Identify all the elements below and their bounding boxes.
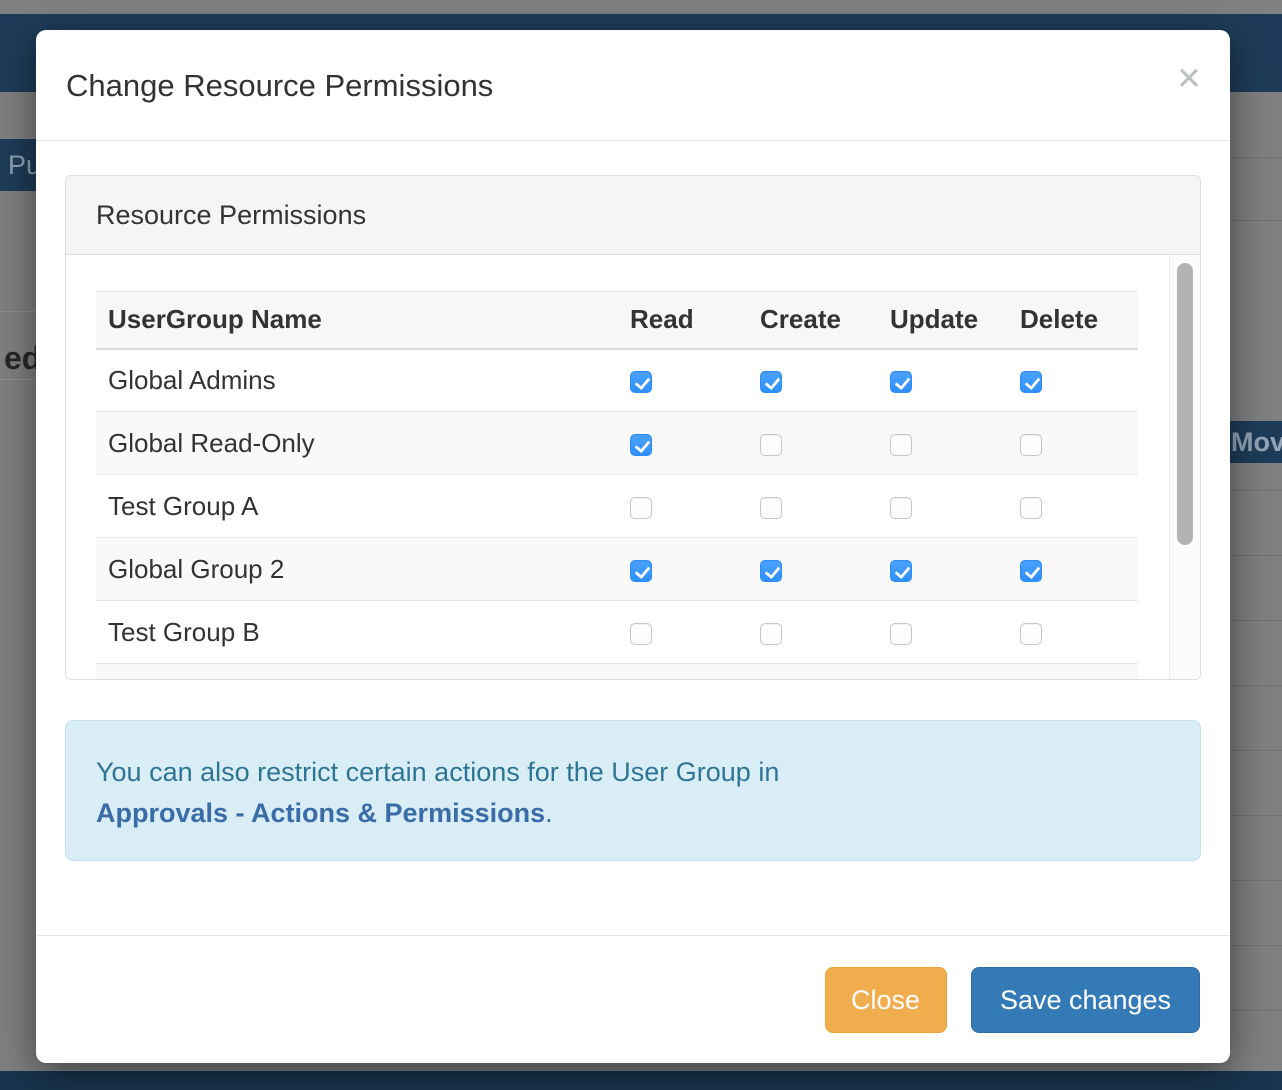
column-header-update: Update <box>878 292 1008 349</box>
table-row: Test Group A <box>96 475 1138 538</box>
modal-body: Resource Permissions UserGroup Name Read… <box>36 141 1230 861</box>
permission-checkbox-read[interactable] <box>630 434 652 456</box>
panel-heading: Resource Permissions <box>66 176 1200 255</box>
resource-permissions-panel: Resource Permissions UserGroup Name Read… <box>65 175 1201 680</box>
table-row: Test Group B <box>96 601 1138 664</box>
create-cell <box>748 538 878 601</box>
delete-cell <box>1008 412 1138 475</box>
permission-checkbox-delete[interactable] <box>1020 434 1042 456</box>
backdrop-divider <box>0 379 36 380</box>
backdrop-divider <box>0 311 36 312</box>
permission-checkbox-create[interactable] <box>760 623 782 645</box>
backdrop-move-button: Move <box>1228 421 1282 463</box>
permission-checkbox-read[interactable] <box>630 560 652 582</box>
scrollbar-track[interactable] <box>1169 255 1200 679</box>
permission-checkbox-create[interactable] <box>760 434 782 456</box>
backdrop-divider <box>1228 880 1282 881</box>
backdrop-divider <box>1228 1010 1282 1011</box>
panel-body: UserGroup Name Read Create Update Delete… <box>66 255 1200 679</box>
usergroup-name-cell: Global Admins <box>96 349 618 412</box>
read-cell <box>618 601 748 664</box>
column-header-delete: Delete <box>1008 292 1138 349</box>
permission-checkbox-delete[interactable] <box>1020 497 1042 519</box>
backdrop-divider <box>1228 490 1282 491</box>
permission-checkbox-delete[interactable] <box>1020 371 1042 393</box>
permission-checkbox-delete[interactable] <box>1020 623 1042 645</box>
create-cell <box>748 601 878 664</box>
info-alert-suffix: . <box>545 798 553 828</box>
close-button[interactable]: Close <box>825 967 947 1033</box>
modal-header: Change Resource Permissions ✕ <box>36 30 1230 141</box>
column-header-usergroup-name: UserGroup Name <box>96 292 618 349</box>
read-cell <box>618 475 748 538</box>
permissions-table-body: Global AdminsGlobal Read-OnlyTest Group … <box>96 349 1138 680</box>
usergroup-name-cell: Global Read-Only <box>96 412 618 475</box>
backdrop-divider <box>1228 945 1282 946</box>
table-row-partial <box>96 664 1138 680</box>
backdrop-divider <box>1228 555 1282 556</box>
read-cell <box>618 538 748 601</box>
table-header-row: UserGroup Name Read Create Update Delete <box>96 292 1138 349</box>
permissions-table: UserGroup Name Read Create Update Delete… <box>96 291 1138 679</box>
update-cell <box>878 412 1008 475</box>
usergroup-name-cell: Global Group 2 <box>96 538 618 601</box>
update-cell <box>878 601 1008 664</box>
create-cell <box>748 475 878 538</box>
update-cell <box>878 475 1008 538</box>
backdrop-divider <box>1228 685 1282 686</box>
permission-checkbox-update[interactable] <box>890 371 912 393</box>
permission-checkbox-read[interactable] <box>630 371 652 393</box>
permission-checkbox-read[interactable] <box>630 497 652 519</box>
permission-checkbox-create[interactable] <box>760 560 782 582</box>
permission-checkbox-update[interactable] <box>890 623 912 645</box>
table-wrap: UserGroup Name Read Create Update Delete… <box>66 255 1200 679</box>
info-alert-line2: Approvals - Actions & Permissions. <box>96 793 1170 834</box>
modal-footer: Close Save changes <box>36 935 1230 1063</box>
backdrop-divider <box>1228 750 1282 751</box>
usergroup-name-cell: Test Group A <box>96 475 618 538</box>
usergroup-name-cell: Test Group B <box>96 601 618 664</box>
info-alert-line1: You can also restrict certain actions fo… <box>96 752 1170 793</box>
read-cell <box>618 349 748 412</box>
table-row: Global Group 2 <box>96 538 1138 601</box>
delete-cell <box>1008 349 1138 412</box>
table-row: Global Read-Only <box>96 412 1138 475</box>
read-cell <box>618 412 748 475</box>
backdrop-partial-text: ed <box>0 336 36 380</box>
table-row: Global Admins <box>96 349 1138 412</box>
delete-cell <box>1008 601 1138 664</box>
permission-checkbox-update[interactable] <box>890 560 912 582</box>
update-cell <box>878 349 1008 412</box>
backdrop-divider <box>1228 220 1282 221</box>
update-cell <box>878 538 1008 601</box>
permission-checkbox-delete[interactable] <box>1020 560 1042 582</box>
create-cell <box>748 412 878 475</box>
backdrop-divider <box>1228 620 1282 621</box>
permission-checkbox-create[interactable] <box>760 497 782 519</box>
permission-checkbox-update[interactable] <box>890 497 912 519</box>
backdrop-divider <box>1228 157 1282 158</box>
backdrop-bottombar <box>0 1071 1282 1090</box>
permission-checkbox-read[interactable] <box>630 623 652 645</box>
permission-checkbox-update[interactable] <box>890 434 912 456</box>
close-icon[interactable]: ✕ <box>1176 64 1202 95</box>
backdrop-divider <box>1228 815 1282 816</box>
approvals-link[interactable]: Approvals - Actions & Permissions <box>96 798 545 828</box>
backdrop-partial-button-left: Pus <box>0 139 40 191</box>
modal-title: Change Resource Permissions <box>66 68 1200 104</box>
info-alert: You can also restrict certain actions fo… <box>65 720 1201 861</box>
delete-cell <box>1008 475 1138 538</box>
column-header-read: Read <box>618 292 748 349</box>
column-header-create: Create <box>748 292 878 349</box>
scrollbar-thumb[interactable] <box>1177 263 1193 545</box>
change-resource-permissions-modal: Change Resource Permissions ✕ Resource P… <box>36 30 1230 1063</box>
permission-checkbox-create[interactable] <box>760 371 782 393</box>
save-changes-button[interactable]: Save changes <box>971 967 1200 1033</box>
create-cell <box>748 349 878 412</box>
delete-cell <box>1008 538 1138 601</box>
